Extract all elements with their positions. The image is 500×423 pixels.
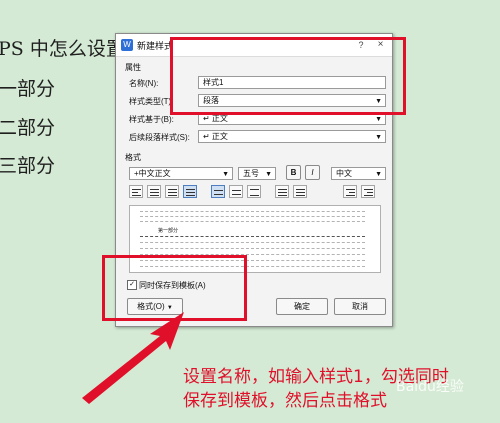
annotation-arrow-icon [82, 312, 184, 404]
baidu-jingyan-watermark: Baidu经验 [396, 379, 464, 395]
